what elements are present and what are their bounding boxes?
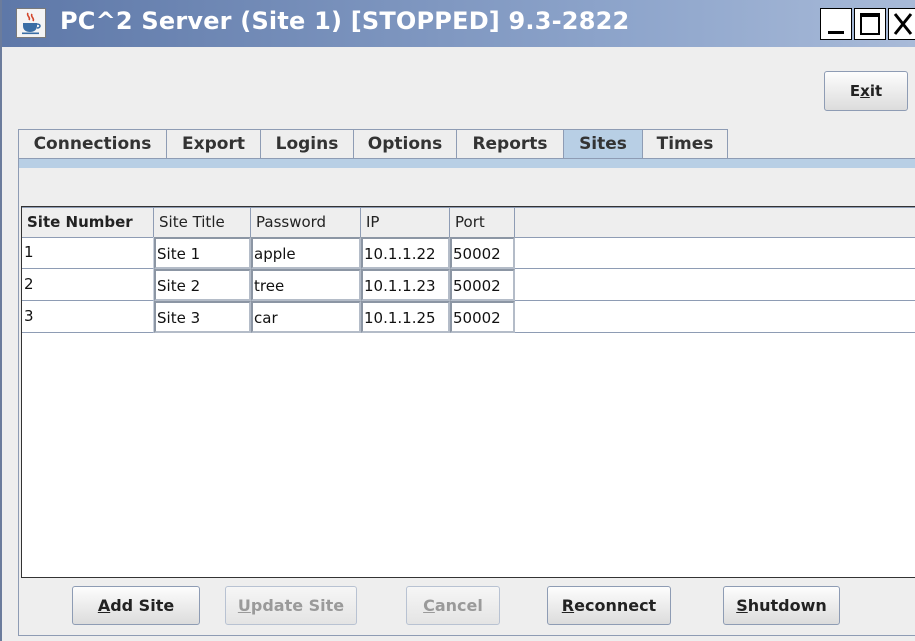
column-header-filler <box>515 207 915 237</box>
tab-reports[interactable]: Reports <box>456 129 564 158</box>
minimize-icon <box>828 31 844 34</box>
password-cell[interactable]: tree <box>251 269 361 301</box>
port-cell[interactable]: 50002 <box>450 237 515 269</box>
reconnect-label: Reconnect <box>561 596 657 615</box>
exit-button-label: Exit <box>849 82 883 100</box>
column-header-site-number[interactable]: Site Number <box>22 207 154 237</box>
tab-sites[interactable]: Sites <box>563 129 643 159</box>
ip-cell[interactable]: 10.1.1.25 <box>361 301 450 333</box>
table-header: Site Number Site Title Password IP Port <box>22 207 915 238</box>
update-site-label: Update Site <box>237 596 345 615</box>
reconnect-button[interactable]: Reconnect <box>547 586 671 625</box>
maximize-icon <box>860 13 880 35</box>
tab-times[interactable]: Times <box>642 129 728 158</box>
sites-table[interactable]: Site Number Site Title Password IP Port … <box>21 206 915 578</box>
password-cell[interactable]: car <box>251 301 361 333</box>
row-filler <box>515 269 915 301</box>
tab-panel-strip <box>19 159 915 168</box>
minimize-button[interactable] <box>820 8 852 40</box>
maximize-button[interactable] <box>854 8 886 40</box>
site-number-cell: 2 <box>22 269 154 301</box>
ip-cell[interactable]: 10.1.1.23 <box>361 269 450 301</box>
port-cell[interactable]: 50002 <box>450 269 515 301</box>
close-button[interactable] <box>888 8 915 40</box>
password-cell[interactable]: apple <box>251 237 361 269</box>
site-title-cell[interactable]: Site 3 <box>154 301 251 333</box>
update-site-button[interactable]: Update Site <box>225 586 357 625</box>
site-title-cell[interactable]: Site 1 <box>154 237 251 269</box>
shutdown-button[interactable]: Shutdown <box>723 586 840 625</box>
ip-cell[interactable]: 10.1.1.22 <box>361 237 450 269</box>
button-bar: Add Site Update Site Cancel Reconnect Sh… <box>2 582 915 636</box>
server-window: PC^2 Server (Site 1) [STOPPED] 9.3-2822 … <box>0 0 915 641</box>
close-icon <box>893 13 913 35</box>
window-title: PC^2 Server (Site 1) [STOPPED] 9.3-2822 <box>60 7 630 35</box>
table-row[interactable]: 1 Site 1 apple 10.1.1.22 50002 <box>22 237 915 269</box>
column-header-site-title[interactable]: Site Title <box>154 207 251 237</box>
add-site-button[interactable]: Add Site <box>72 586 200 625</box>
cancel-button[interactable]: Cancel <box>406 586 500 625</box>
table-row[interactable]: 2 Site 2 tree 10.1.1.23 50002 <box>22 269 915 301</box>
exit-button[interactable]: Exit <box>824 71 908 111</box>
tab-export[interactable]: Export <box>166 129 261 158</box>
tab-options[interactable]: Options <box>353 129 457 158</box>
tab-bar: Connections Export Logins Options Report… <box>18 129 915 159</box>
column-header-port[interactable]: Port <box>450 207 515 237</box>
port-cell[interactable]: 50002 <box>450 301 515 333</box>
table-row[interactable]: 3 Site 3 car 10.1.1.25 50002 <box>22 301 915 333</box>
add-site-label: Add Site <box>97 596 175 615</box>
cancel-label: Cancel <box>423 596 483 615</box>
site-number-cell: 3 <box>22 301 154 333</box>
column-header-password[interactable]: Password <box>251 207 361 237</box>
java-coffee-cup-icon[interactable] <box>16 8 46 38</box>
row-filler <box>515 237 915 269</box>
shutdown-label: Shutdown <box>736 596 827 615</box>
tab-logins[interactable]: Logins <box>260 129 354 158</box>
title-bar[interactable]: PC^2 Server (Site 1) [STOPPED] 9.3-2822 <box>2 0 915 47</box>
site-title-cell[interactable]: Site 2 <box>154 269 251 301</box>
site-number-cell: 1 <box>22 237 154 269</box>
sites-panel: Site Number Site Title Password IP Port … <box>18 158 915 636</box>
row-filler <box>515 301 915 333</box>
column-header-ip[interactable]: IP <box>361 207 450 237</box>
tab-connections[interactable]: Connections <box>18 129 167 158</box>
